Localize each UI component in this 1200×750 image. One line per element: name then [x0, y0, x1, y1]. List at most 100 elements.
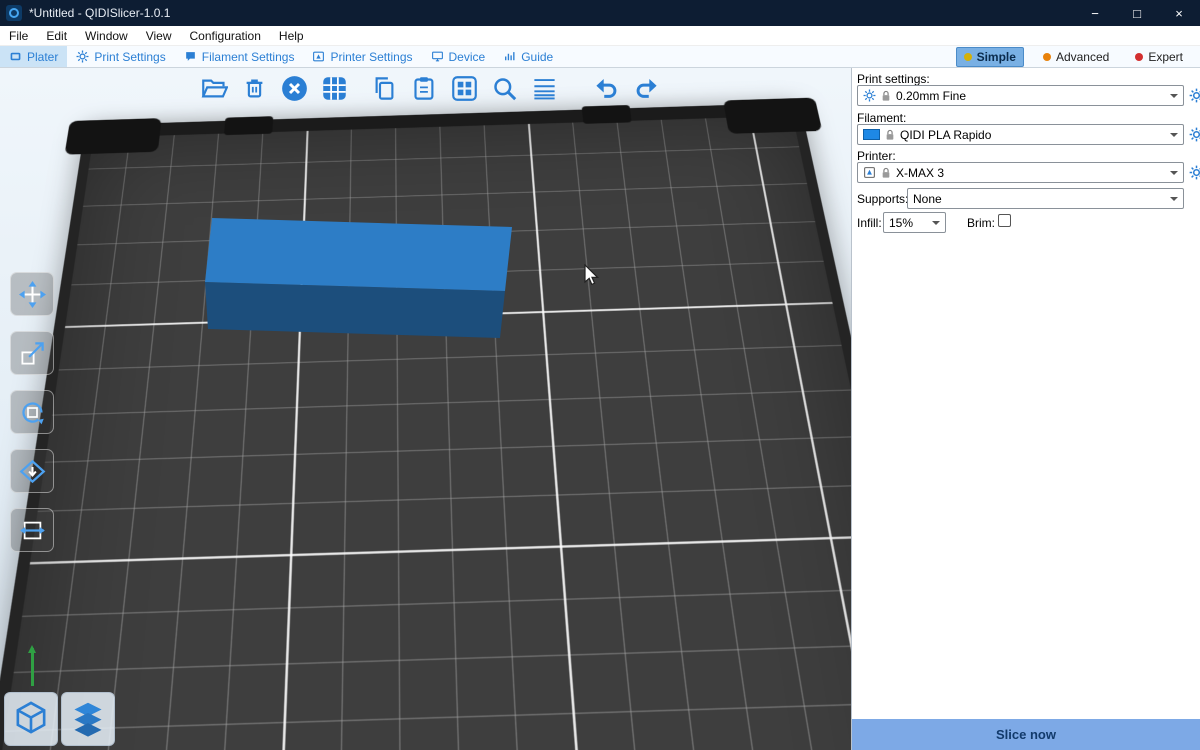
menu-configuration[interactable]: Configuration — [181, 26, 270, 45]
chevron-down-icon — [1170, 94, 1178, 102]
undo-icon — [593, 75, 620, 102]
slice-now-button[interactable]: Slice now — [852, 719, 1200, 750]
tab-printer-settings[interactable]: Printer Settings — [303, 46, 421, 67]
copy-icon — [371, 75, 398, 102]
filament-select[interactable]: QIDI PLA Rapido — [857, 124, 1184, 145]
rotate-icon — [19, 399, 46, 426]
build-plate — [0, 103, 851, 750]
qidislicer-window: *Untitled - QIDISlicer-1.0.1 − □ × File … — [0, 0, 1200, 750]
variable-layer-height-button[interactable] — [526, 70, 562, 106]
paste-button[interactable] — [406, 70, 442, 106]
brim-label: Brim: — [967, 216, 995, 230]
3d-viewport[interactable] — [0, 68, 851, 750]
tab-device[interactable]: Device — [422, 46, 495, 67]
lock-icon — [885, 129, 895, 141]
supports-label: Supports: — [857, 192, 908, 206]
open-file-button[interactable] — [196, 70, 232, 106]
copy-button[interactable] — [366, 70, 402, 106]
trash-icon — [241, 75, 268, 102]
printer-value: X-MAX 3 — [896, 166, 944, 180]
simple-dot-icon — [964, 53, 972, 61]
infill-value: 15% — [889, 216, 913, 230]
minimize-button[interactable]: − — [1074, 0, 1116, 26]
gear-icon — [76, 50, 89, 63]
gear-icon — [1189, 127, 1200, 142]
menu-view[interactable]: View — [137, 26, 181, 45]
tab-filament-settings[interactable]: Filament Settings — [175, 46, 304, 67]
menu-help[interactable]: Help — [270, 26, 313, 45]
chevron-down-icon — [1170, 197, 1178, 205]
mode-advanced[interactable]: Advanced — [1036, 48, 1116, 66]
expert-dot-icon — [1135, 53, 1143, 61]
split-grid-icon — [451, 75, 478, 102]
edit-print-settings-button[interactable] — [1189, 88, 1200, 103]
edit-printer-button[interactable] — [1189, 165, 1200, 180]
print-settings-label: Print settings: — [857, 72, 930, 86]
chevron-down-icon — [1170, 171, 1178, 179]
printer-label: Printer: — [857, 149, 896, 163]
filament-icon — [184, 50, 197, 63]
delete-all-icon — [281, 75, 308, 102]
menu-window[interactable]: Window — [76, 26, 137, 45]
print-settings-select[interactable]: 0.20mm Fine — [857, 85, 1184, 106]
infill-select[interactable]: 15% — [883, 212, 946, 233]
monitor-icon — [431, 50, 444, 63]
cut-icon — [19, 517, 46, 544]
menubar: File Edit Window View Configuration Help — [0, 26, 1200, 46]
menu-edit[interactable]: Edit — [37, 26, 76, 45]
place-on-face-tool-button[interactable] — [10, 449, 54, 493]
rotate-tool-button[interactable] — [10, 390, 54, 434]
titlebar: *Untitled - QIDISlicer-1.0.1 − □ × — [0, 0, 1200, 26]
arrange-button[interactable] — [316, 70, 352, 106]
edit-filament-button[interactable] — [1189, 127, 1200, 142]
delete-button[interactable] — [236, 70, 272, 106]
tab-plater[interactable]: Plater — [0, 46, 67, 67]
redo-button[interactable] — [628, 70, 664, 106]
print-settings-value: 0.20mm Fine — [896, 89, 966, 103]
maximize-button[interactable]: □ — [1116, 0, 1158, 26]
preview-view-button[interactable] — [61, 692, 115, 746]
arrange-icon — [321, 75, 348, 102]
chevron-down-icon — [1170, 133, 1178, 141]
move-tool-button[interactable] — [10, 272, 54, 316]
bed-clip — [723, 98, 822, 134]
printer-icon — [312, 50, 325, 63]
gear-icon — [1189, 165, 1200, 180]
brim-checkbox[interactable] — [998, 214, 1011, 227]
bed-clip — [64, 118, 161, 155]
paste-icon — [411, 75, 438, 102]
viewport-toolbar — [196, 70, 664, 106]
filament-color-swatch — [863, 129, 880, 140]
mode-expert[interactable]: Expert — [1128, 48, 1190, 66]
delete-all-button[interactable] — [276, 70, 312, 106]
plater-icon — [9, 50, 22, 63]
settings-sidebar: Print settings: 0.20mm Fine Filament: QI… — [851, 68, 1200, 750]
supports-value: None — [913, 192, 942, 206]
scale-icon — [19, 340, 46, 367]
move-icon — [19, 281, 46, 308]
supports-select[interactable]: None — [907, 188, 1184, 209]
tab-guide[interactable]: Guide — [494, 46, 562, 67]
sliced-layers-icon — [70, 700, 106, 738]
cut-tool-button[interactable] — [10, 508, 54, 552]
3d-editor-view-button[interactable] — [4, 692, 58, 746]
close-button[interactable]: × — [1158, 0, 1200, 26]
split-objects-button[interactable] — [446, 70, 482, 106]
bed-clip — [582, 105, 632, 124]
search-button[interactable] — [486, 70, 522, 106]
advanced-dot-icon — [1043, 53, 1051, 61]
menu-file[interactable]: File — [0, 26, 37, 45]
scale-tool-button[interactable] — [10, 331, 54, 375]
gear-icon — [863, 89, 876, 102]
place-on-face-icon — [19, 458, 46, 485]
lock-icon — [881, 167, 891, 179]
printer-select[interactable]: X-MAX 3 — [857, 162, 1184, 183]
tab-print-settings[interactable]: Print Settings — [67, 46, 174, 67]
undo-button[interactable] — [588, 70, 624, 106]
window-title: *Untitled - QIDISlicer-1.0.1 — [29, 6, 170, 20]
mode-simple[interactable]: Simple — [956, 47, 1024, 67]
mode-switcher: Simple Advanced Expert — [956, 46, 1200, 67]
filament-value: QIDI PLA Rapido — [900, 128, 991, 142]
gear-icon — [1189, 88, 1200, 103]
app-logo-icon — [6, 5, 22, 21]
